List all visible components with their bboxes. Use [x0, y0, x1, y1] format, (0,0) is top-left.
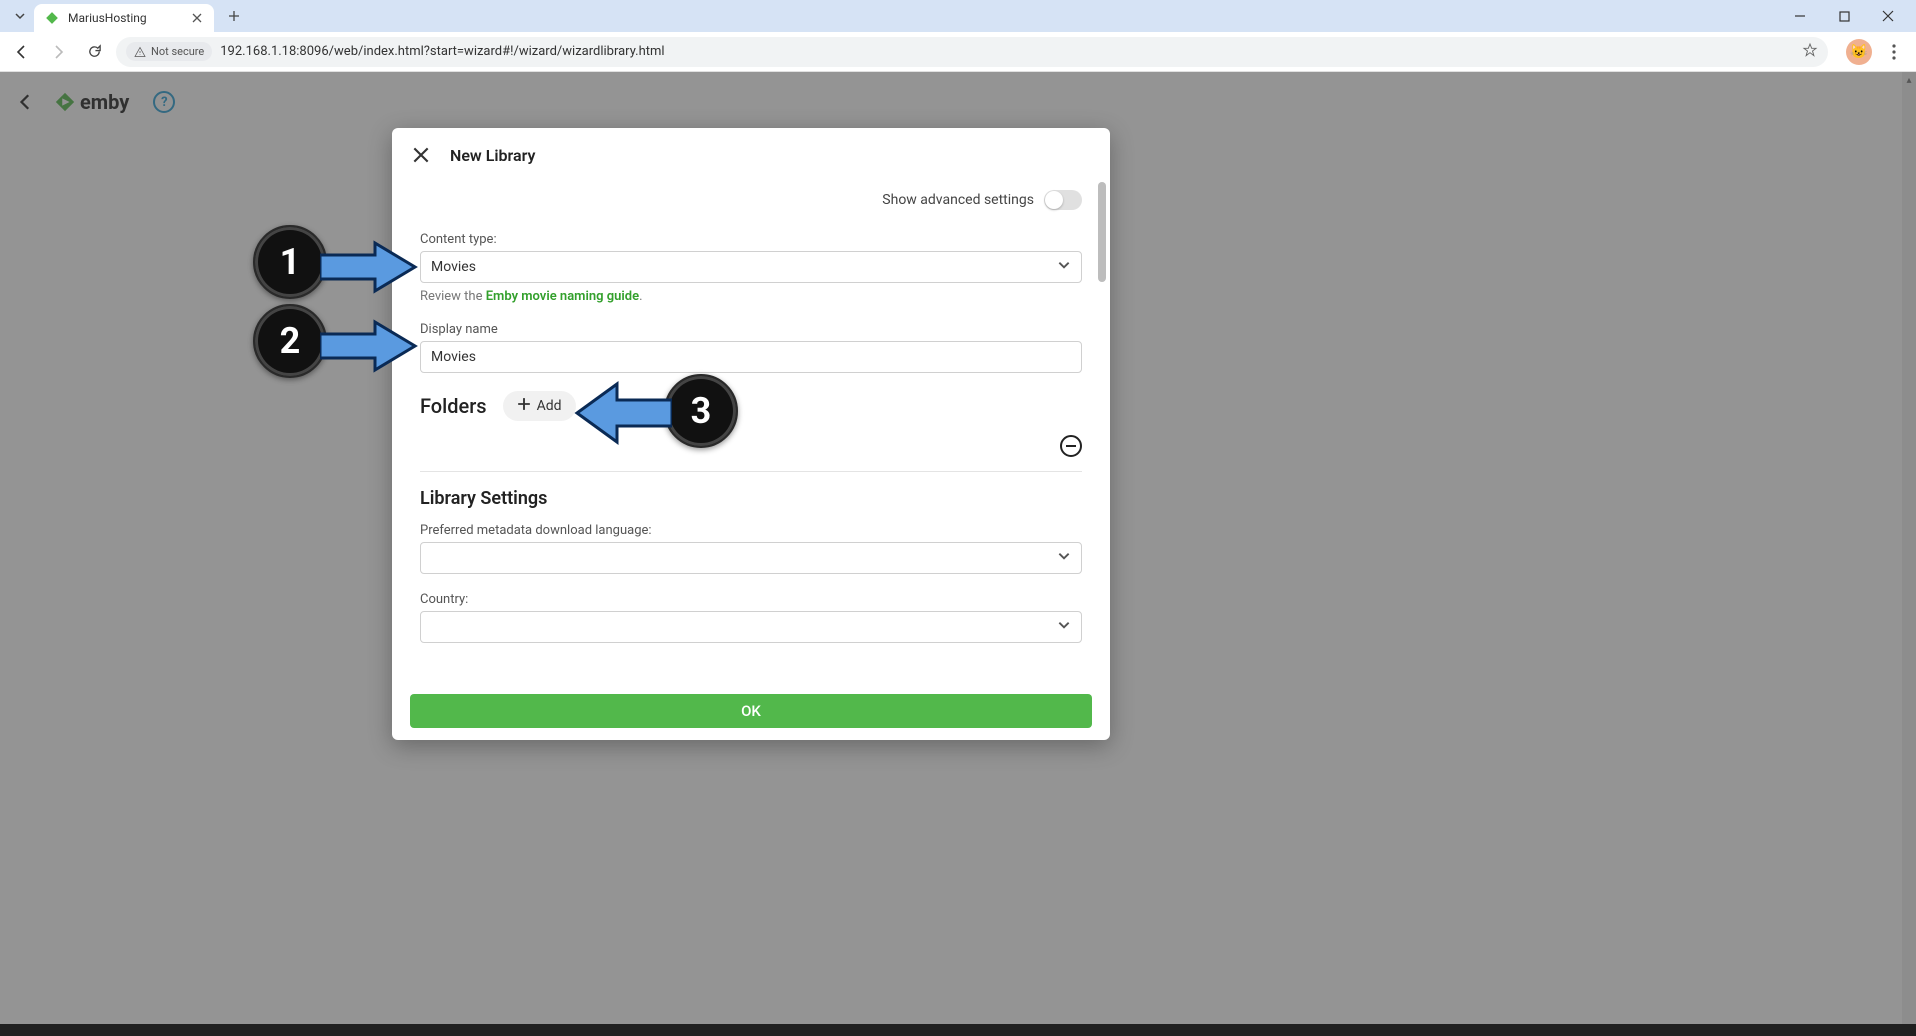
library-settings-heading: Library Settings — [420, 488, 1082, 509]
add-folder-button[interactable]: Add — [503, 391, 576, 421]
emby-favicon-icon — [44, 10, 60, 26]
annotation-badge-1: 1 — [253, 225, 327, 299]
modal-close-icon[interactable] — [410, 144, 432, 166]
annotation-badge-3: 3 — [664, 374, 738, 448]
window-controls — [1778, 2, 1910, 30]
chevron-down-icon — [1057, 258, 1071, 276]
folders-heading: Folders — [420, 394, 487, 418]
not-secure-chip[interactable]: Not secure — [126, 42, 212, 61]
metadata-lang-select[interactable] — [420, 542, 1082, 574]
warning-icon — [134, 46, 146, 58]
nav-forward-icon[interactable] — [44, 38, 72, 66]
url-field[interactable]: Not secure 192.168.1.18:8096/web/index.h… — [116, 37, 1828, 67]
browser-menu-icon[interactable] — [1880, 38, 1908, 66]
display-name-value: Movies — [431, 349, 476, 365]
content-type-label: Content type: — [420, 232, 1082, 247]
content-type-select[interactable]: Movies — [420, 251, 1082, 283]
modal-title: New Library — [450, 146, 535, 165]
nav-back-icon[interactable] — [8, 38, 36, 66]
tab-close-icon[interactable] — [190, 11, 204, 25]
bookmark-star-icon[interactable] — [1802, 42, 1818, 62]
browser-tab[interactable]: MariusHosting — [34, 4, 214, 32]
modal-scrollbar[interactable] — [1098, 182, 1106, 282]
tab-title: MariusHosting — [68, 11, 182, 25]
nav-reload-icon[interactable] — [80, 38, 108, 66]
chevron-down-icon — [1057, 618, 1071, 636]
window-maximize-icon[interactable] — [1822, 2, 1866, 30]
annotation-badge-2: 2 — [253, 304, 327, 378]
browser-address-bar: Not secure 192.168.1.18:8096/web/index.h… — [0, 32, 1916, 72]
not-secure-label: Not secure — [151, 45, 204, 58]
naming-guide-link[interactable]: Emby movie naming guide — [486, 289, 639, 304]
add-label: Add — [537, 398, 562, 414]
display-name-input[interactable]: Movies — [420, 341, 1082, 373]
naming-guide-help: Review the Emby movie naming guide. — [420, 289, 1082, 304]
new-tab-button[interactable] — [220, 2, 248, 30]
annotation-arrow-2 — [320, 316, 420, 376]
profile-avatar[interactable]: 😺 — [1846, 39, 1872, 65]
advanced-settings-label: Show advanced settings — [882, 192, 1034, 208]
chevron-down-icon — [1057, 549, 1071, 567]
display-name-label: Display name — [420, 322, 1082, 337]
window-minimize-icon[interactable] — [1778, 2, 1822, 30]
new-library-modal: New Library Show advanced settings Conte… — [392, 128, 1110, 740]
metadata-lang-label: Preferred metadata download language: — [420, 523, 1082, 538]
browser-tab-strip: MariusHosting — [0, 0, 1916, 32]
ok-button[interactable]: OK — [410, 694, 1092, 728]
folder-row — [420, 421, 1082, 472]
tabs-dropdown-icon[interactable] — [10, 6, 30, 26]
plus-icon — [517, 397, 531, 415]
content-type-value: Movies — [431, 259, 476, 275]
annotation-arrow-3 — [572, 378, 672, 448]
taskbar — [0, 1024, 1916, 1036]
advanced-settings-toggle[interactable] — [1044, 190, 1082, 210]
url-text: 192.168.1.18:8096/web/index.html?start=w… — [220, 44, 1794, 59]
country-select[interactable] — [420, 611, 1082, 643]
country-label: Country: — [420, 592, 1082, 607]
annotation-arrow-1 — [320, 237, 420, 297]
window-close-icon[interactable] — [1866, 2, 1910, 30]
remove-folder-icon[interactable] — [1060, 435, 1082, 457]
